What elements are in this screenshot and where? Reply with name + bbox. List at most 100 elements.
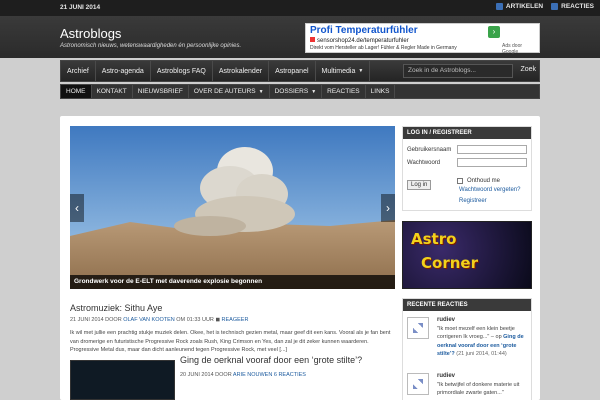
slider-caption[interactable]: Grondwerk voor de E-ELT met daverende ex… [70, 275, 395, 289]
register-link[interactable]: Registreer [459, 198, 487, 204]
ad-banner[interactable]: Profi Temperaturfühler sensorshop24.de/t… [305, 23, 540, 55]
forgot-password-link[interactable]: Wachtwoord vergeten? [459, 187, 520, 193]
post-by-label: DOOR [215, 372, 232, 378]
nav-item-astrokalender[interactable]: Astrokalender [213, 61, 270, 81]
search-input[interactable]: Zoek in de Astroblogs... [403, 64, 513, 78]
subnav-label: LINKS [370, 88, 390, 95]
post-1: Astromuziek: Sithu Aye 21 JUNI 2014 DOOR… [70, 303, 395, 355]
comment-text: "Ik moet mezelf een klein beetje corrige… [437, 325, 529, 358]
feed-articles-link[interactable]: ARTIKELEN [495, 3, 544, 10]
feed-links: ARTIKELEN REACTIES [495, 3, 594, 10]
subnav-label: NIEUWSBRIEF [137, 88, 183, 95]
recent-comment: rudiev "Ik betwijfel of donkere materie … [407, 373, 529, 400]
nav-label: Astroblogs FAQ [156, 67, 206, 75]
dropdown-caret-icon: ▼ [258, 88, 264, 95]
widget-title: LOG IN / REGISTREER [403, 127, 531, 139]
post-title[interactable]: Ging de oerknal vooraf door een ‘grote s… [180, 355, 362, 365]
nav-label: Astro-agenda [101, 67, 144, 75]
post-2: Ging de oerknal vooraf door een ‘grote s… [70, 350, 395, 400]
login-button[interactable]: Log in [407, 180, 432, 190]
avatar [407, 317, 429, 339]
astro-corner-banner[interactable]: Astro Corner [402, 221, 532, 289]
slider-next-button[interactable]: › [381, 194, 395, 222]
password-label: Wachtwoord [407, 160, 441, 166]
comment-date: (21 juni 2014, 01:44) [456, 350, 507, 357]
main-navigation: Archief Astro-agenda Astroblogs FAQ Astr… [60, 60, 540, 82]
subnav-item-reacties[interactable]: REACTIES [322, 85, 366, 98]
widget-title: RECENTE REACTIES [403, 299, 531, 311]
password-field[interactable] [457, 158, 527, 167]
nav-label: Astropanel [275, 67, 309, 75]
ad-url[interactable]: sensorshop24.de/temperaturfuhler [310, 37, 409, 44]
comment-icon: ◼ [215, 317, 221, 323]
slider-prev-button[interactable]: ‹ [70, 194, 84, 222]
avatar [407, 373, 429, 395]
rss-icon [495, 3, 503, 10]
subnav-item-over-de-auteurs[interactable]: OVER DE AUTEURS ▼ [189, 85, 270, 98]
subnav-item-dossiers[interactable]: DOSSIERS ▼ [270, 85, 323, 98]
ads-by-google[interactable]: Ads door Google [502, 43, 539, 55]
nav-label: Multimedia [321, 67, 356, 75]
nav-item-archief[interactable]: Archief [61, 61, 96, 81]
ad-description: Direkt vom Hersteller ab Lager! Fühler &… [310, 45, 457, 51]
subnav-label: DOSSIERS [274, 88, 309, 95]
comment-text: "Ik betwijfel of donkere materie uit pri… [437, 381, 529, 398]
post-title[interactable]: Astromuziek: Sithu Aye [70, 303, 395, 313]
nav-item-faq[interactable]: Astroblogs FAQ [151, 61, 213, 81]
site-description: Astronomisch nieuws, wetenswaardigheden … [60, 43, 242, 49]
featured-image [70, 126, 395, 289]
sub-navigation: HOME KONTAKT NIEUWSBRIEF OVER DE AUTEURS… [60, 84, 540, 99]
banner-line-1: Astro [411, 230, 457, 248]
post-by-label: DOOR [105, 317, 122, 323]
post-meta: 21 JUNI 2014 DOOR OLAF VAN KOOTEN OM 01:… [70, 317, 395, 323]
nav-label: Archief [67, 67, 89, 75]
post-author-link[interactable]: OLAF VAN KOOTEN [123, 317, 175, 323]
site-title[interactable]: Astroblogs [60, 26, 121, 41]
remember-me-label: Onthoud me [467, 178, 501, 184]
subnav-item-kontakt[interactable]: KONTAKT [92, 85, 133, 98]
ad-go-icon[interactable]: › [488, 26, 500, 38]
remember-me-checkbox[interactable] [457, 178, 463, 184]
nav-label: Astrokalender [218, 67, 263, 75]
feed-comments-label: REACTIES [561, 3, 594, 10]
feed-articles-label: ARTIKELEN [505, 3, 544, 10]
rss-icon [551, 3, 559, 10]
subnav-item-links[interactable]: LINKS [366, 85, 396, 98]
ad-site-icon [310, 37, 315, 42]
recent-comments-widget: RECENTE REACTIES rudiev "Ik moet mezelf … [402, 298, 532, 400]
content-area: ‹ › Grondwerk voor de E-ELT met daverend… [60, 116, 540, 400]
nav-item-astropanel[interactable]: Astropanel [269, 61, 316, 81]
subnav-label: REACTIES [327, 88, 360, 95]
post-date: 20 JUNI 2014 [180, 372, 214, 378]
post-at-label: OM [176, 317, 186, 323]
username-label: Gebruikersnaam [407, 147, 452, 153]
featured-slider[interactable]: ‹ › Grondwerk voor de E-ELT met daverend… [70, 126, 395, 289]
username-field[interactable] [457, 145, 527, 154]
comment-author[interactable]: rudiev [437, 317, 455, 323]
subnav-label: KONTAKT [96, 88, 127, 95]
dropdown-caret-icon: ▼ [358, 68, 364, 74]
ad-url-text: sensorshop24.de/temperaturfuhler [317, 38, 409, 44]
dropdown-caret-icon: ▼ [311, 88, 317, 95]
post-date: 21 JUNI 2014 [70, 317, 104, 323]
login-widget: LOG IN / REGISTREER Gebruikersnaam Wacht… [402, 126, 532, 211]
post-thumbnail[interactable] [70, 360, 175, 400]
comment-snippet: "Ik betwijfel of donkere materie uit pri… [437, 382, 520, 397]
post-comment-link[interactable]: REAGEER [222, 317, 249, 323]
ad-title[interactable]: Profi Temperaturfühler [310, 25, 418, 36]
search-button[interactable]: Zoek [520, 66, 536, 73]
comment-author[interactable]: rudiev [437, 373, 455, 379]
nav-item-multimedia[interactable]: Multimedia ▼ [316, 61, 371, 81]
post-comments-link[interactable]: 6 REACTIES [274, 372, 306, 378]
feed-comments-link[interactable]: REACTIES [551, 3, 594, 10]
post-author-link[interactable]: ARIE NOUWEN [233, 372, 272, 378]
recent-comment: rudiev "Ik moet mezelf een klein beetje … [407, 317, 529, 369]
subnav-item-nieuwsbrief[interactable]: NIEUWSBRIEF [133, 85, 189, 98]
subnav-label: HOME [66, 88, 86, 95]
post-time: 01:33 UUR [186, 317, 214, 323]
subnav-label: OVER DE AUTEURS [193, 88, 256, 95]
current-date: 21 JUNI 2014 [60, 4, 101, 11]
nav-item-astro-agenda[interactable]: Astro-agenda [96, 61, 151, 81]
subnav-item-home[interactable]: HOME [61, 85, 92, 98]
top-bar: 21 JUNI 2014 ARTIKELEN REACTIES [0, 0, 600, 16]
